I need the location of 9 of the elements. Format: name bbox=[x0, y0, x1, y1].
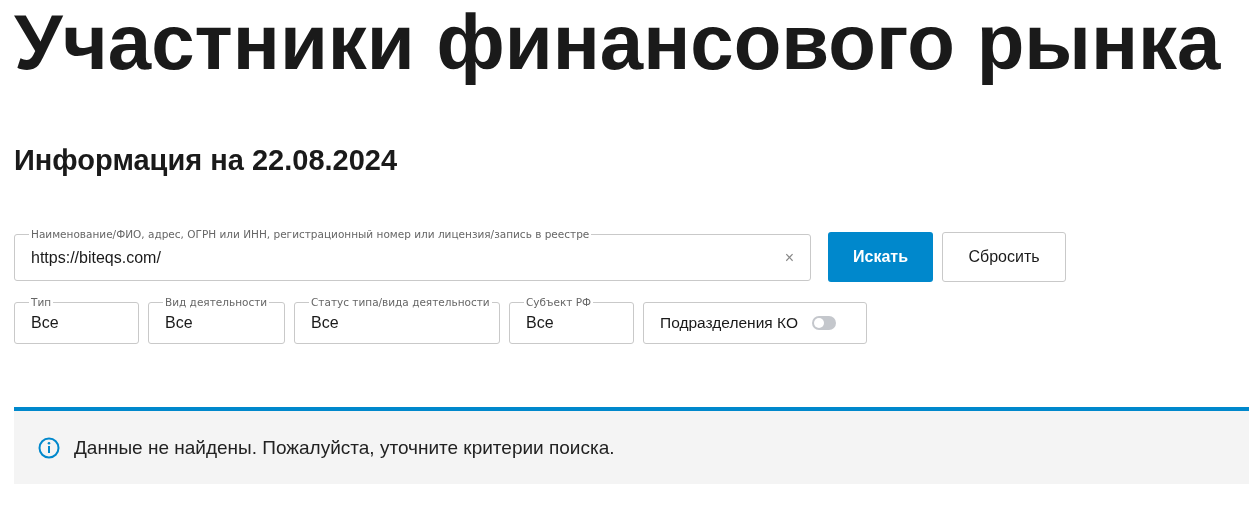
info-icon bbox=[38, 436, 60, 459]
no-results-message: Данные не найдены. Пожалуйста, уточните критерии поиска. bbox=[74, 436, 615, 459]
toggle-switch[interactable] bbox=[811, 316, 836, 330]
info-date-heading: Информация на 22.08.2024 bbox=[14, 143, 399, 178]
page-title: Участники финансового рынка bbox=[14, 0, 1222, 88]
search-button[interactable]: Искать bbox=[828, 232, 933, 282]
reset-button[interactable]: Сбросить bbox=[942, 232, 1066, 282]
clear-button[interactable]: × bbox=[784, 248, 794, 267]
toggle-control[interactable]: Подразделения КО bbox=[643, 302, 867, 344]
